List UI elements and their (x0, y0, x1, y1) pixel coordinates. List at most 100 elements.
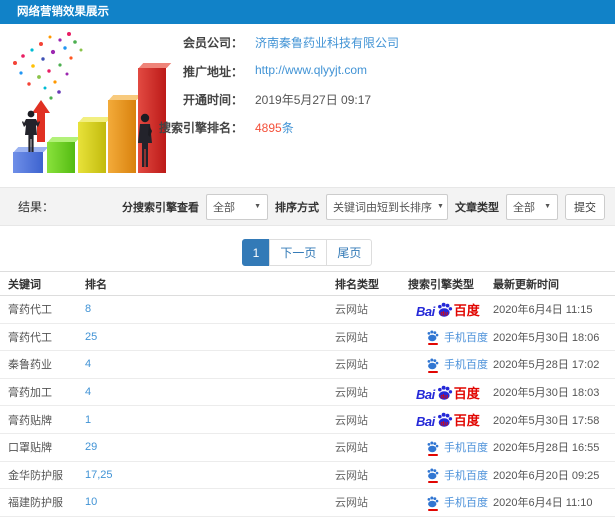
engine-cell: Bai du 百度 手机百度 (408, 300, 493, 319)
promo-url-label: 推广地址： (182, 65, 243, 79)
submit-button[interactable]: 提交 (565, 193, 605, 220)
baidu-paw-icon: du (437, 385, 452, 400)
chevron-down-icon: ▼ (544, 203, 551, 210)
mobile-baidu-underline (427, 481, 438, 484)
promo-url-link[interactable]: http://www.qlyyjt.com (255, 63, 367, 77)
baidu-logo-bai-text: Bai (416, 303, 435, 319)
rank-link[interactable]: 10 (85, 496, 335, 508)
results-label: 结果： (18, 200, 55, 214)
col-header-rank-type: 排名类型 (335, 278, 379, 291)
keyword-cell: 膏药代工 (8, 304, 52, 317)
rank-link[interactable]: 29 (85, 441, 335, 453)
sort-selected-value: 关键词由短到长排序 (333, 201, 432, 214)
next-page-button[interactable]: 下一页 (269, 239, 328, 266)
mobile-baidu-label: 手机百度 (444, 469, 488, 482)
mobile-baidu-label: 手机百度 (444, 497, 488, 510)
rank-unit: 条 (281, 121, 294, 135)
page: 网络营销效果展示 会员公司： 济南秦鲁药业科技有限公司 推广地址： http:/… (0, 0, 615, 520)
col-header-engine-type: 搜索引擎类型 (408, 278, 474, 291)
update-time-cell: 2020年6月20日 09:25 (493, 469, 600, 482)
rank-link[interactable]: 17,25 (85, 469, 335, 481)
engine-cell: Bai du 百度 手机百度 (408, 466, 493, 484)
promo-url-row: 推广地址： http://www.qlyyjt.com (160, 63, 610, 79)
member-company-label: 会员公司： (182, 36, 243, 50)
rank-link[interactable]: 25 (85, 331, 335, 343)
mobile-baidu-label: 手机百度 (444, 359, 488, 372)
baidu-logo-cn-text: 百度 (453, 302, 480, 318)
table-row: 口罩贴牌 29 云网站 Bai du 百度 (0, 433, 615, 462)
page-1-button[interactable]: 1 (241, 239, 271, 266)
svg-text:du: du (440, 393, 448, 400)
table-row: 福建防护服 10 云网站 Bai du 百度 (0, 489, 615, 517)
mobile-baidu-logo: 手机百度 (408, 356, 488, 373)
rank-link[interactable]: 4 (85, 386, 335, 398)
member-company-link[interactable]: 济南秦鲁药业科技有限公司 (255, 34, 399, 51)
table-header-row: 关键词 排名 排名类型 搜索引擎类型 最新更新时间 (0, 271, 615, 296)
sort-label: 排序方式 (275, 201, 319, 214)
article-type-label: 文章类型 (455, 201, 499, 214)
rank-link[interactable]: 1 (85, 414, 335, 426)
rank-type-cell: 云网站 (335, 331, 368, 344)
mobile-baidu-paw-icon (426, 496, 439, 511)
baidu-logo-bai-text: Bai (416, 386, 435, 402)
table-row: 膏药代工 25 云网站 Bai du 百度 (0, 323, 615, 352)
baidu-logo: Bai du 百度 (408, 410, 480, 429)
rank-count: 4895 (255, 121, 282, 135)
filter-controls: 分搜索引擎查看 全部 ▼ 排序方式 关键词由短到长排序 ▼ 文章类型 全部 ▼ … (122, 193, 605, 220)
article-type-select[interactable]: 全部 ▼ (506, 193, 558, 220)
table-row: 膏药加工 4 云网站 Bai du 百度 2020年5月30日 18:03 (0, 378, 615, 407)
engine-cell: Bai du 百度 手机百度 (408, 494, 493, 511)
mobile-baidu-paw-icon (426, 441, 439, 456)
confetti-icon (13, 32, 83, 100)
bar-blue (13, 152, 43, 173)
update-time-cell: 2020年6月4日 11:10 (493, 497, 593, 510)
table-row: 金华防护服 17,25 云网站 Bai du 百度 (0, 461, 615, 490)
mobile-baidu-logo: 手机百度 (408, 439, 488, 456)
rank-type-cell: 云网站 (335, 387, 368, 400)
sort-select[interactable]: 关键词由短到长排序 ▼ (326, 193, 448, 220)
mobile-baidu-paw-icon (426, 330, 439, 346)
svg-text:du: du (440, 310, 448, 317)
baidu-logo-cn-text: 百度 (453, 385, 480, 401)
update-time-cell: 2020年5月30日 18:06 (493, 331, 600, 344)
baidu-logo-bai-text: Bai (416, 414, 435, 430)
keyword-cell: 秦鲁药业 (8, 359, 52, 372)
keyword-cell: 膏药加工 (8, 387, 52, 400)
col-header-keyword: 关键词 (8, 278, 41, 291)
mobile-baidu-label: 手机百度 (444, 331, 488, 344)
open-time-label: 开通时间： (182, 93, 243, 107)
engine-cell: Bai du 百度 手机百度 (408, 356, 493, 373)
svg-text:du: du (440, 421, 448, 428)
baidu-logo-cn-text: 百度 (453, 413, 480, 429)
engine-cell: Bai du 百度 手机百度 (408, 328, 493, 346)
open-time-row: 开通时间： 2019年5月27日 09:17 (160, 91, 610, 107)
pagination: 1 下一页 尾页 (0, 239, 615, 266)
engine-cell: Bai du 百度 手机百度 (408, 383, 493, 402)
update-time-cell: 2020年5月28日 16:55 (493, 442, 600, 455)
article-type-selected-value: 全部 (513, 201, 535, 214)
table-row: 膏药代工 8 云网站 Bai du 百度 2020年6月4日 11:15 (0, 296, 615, 324)
keyword-cell: 膏药代工 (8, 331, 52, 344)
mobile-baidu-logo: 手机百度 (408, 328, 488, 346)
mobile-baidu-label: 手机百度 (444, 442, 488, 455)
engine-rank-label: 搜索引擎排名： (158, 121, 243, 135)
keyword-cell: 金华防护服 (8, 469, 63, 482)
engine-cell: Bai du 百度 手机百度 (408, 439, 493, 456)
update-time-cell: 2020年5月28日 17:02 (493, 359, 600, 372)
mobile-baidu-underline (427, 370, 438, 373)
keyword-rank-table: 关键词 排名 排名类型 搜索引擎类型 最新更新时间 膏药代工 8 云网站 Bai… (0, 271, 615, 520)
last-page-button[interactable]: 尾页 (326, 239, 373, 266)
rank-link[interactable]: 4 (85, 358, 335, 370)
engine-rank-value: 4895条 (255, 119, 294, 136)
engine-filter-select[interactable]: 全部 ▼ (206, 193, 268, 220)
table-body: 膏药代工 8 云网站 Bai du 百度 2020年6月4日 11:15 膏药代… (0, 296, 615, 520)
rank-type-cell: 云网站 (335, 442, 368, 455)
keyword-cell: 口罩贴牌 (8, 442, 52, 455)
mobile-baidu-logo: 手机百度 (408, 466, 488, 484)
update-time-cell: 2020年6月4日 11:15 (493, 304, 593, 317)
businessman-icon (22, 110, 40, 152)
keyword-cell: 福建防护服 (8, 497, 63, 510)
rank-link[interactable]: 8 (85, 303, 335, 315)
mobile-baidu-underline (427, 508, 438, 511)
mobile-baidu-paw-icon (426, 468, 439, 484)
